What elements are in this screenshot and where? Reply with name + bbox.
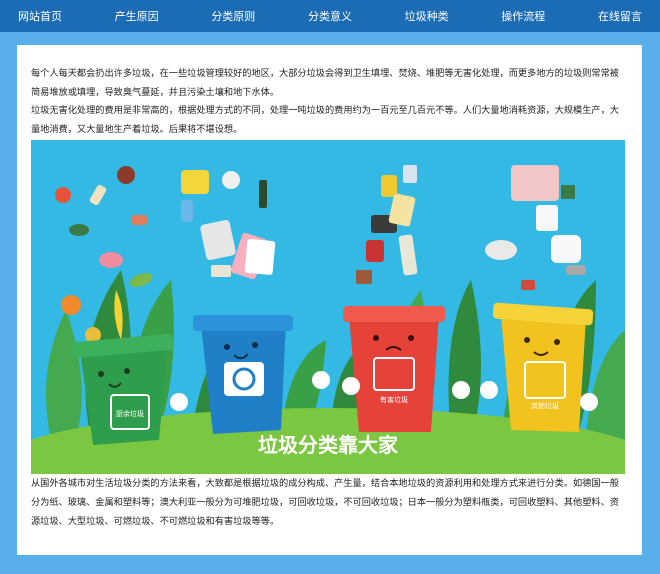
bin-label: 其他垃圾 <box>531 401 559 410</box>
nav-categories[interactable]: 垃圾种类 <box>405 8 449 24</box>
nav-significance[interactable]: 分类意义 <box>308 8 352 24</box>
nav-principles[interactable]: 分类原则 <box>211 8 255 24</box>
bin-label: 可回收物 <box>230 401 258 410</box>
top-nav: 网站首页 产生原因 分类原则 分类意义 垃圾种类 操作流程 在线留言 <box>0 0 660 32</box>
foreign-practice-paragraph: 从国外各城市对生活垃圾分类的方法来看，大致都是根据垃圾的成分构成、产生量，结合本… <box>31 478 619 527</box>
content-panel: 每个人每天都会扔出许多垃圾，在一些垃圾管理较好的地区，大部分垃圾会得到卫生填埋、… <box>17 45 642 555</box>
red-hazardous-bin <box>343 306 445 433</box>
cost-paragraph: 垃圾无害化处理的费用是非常高的，根据处理方式的不同，处理一吨垃圾的费用约为一百元… <box>31 105 619 135</box>
nav-home[interactable]: 网站首页 <box>18 8 62 24</box>
bin-label: 有害垃圾 <box>380 395 408 404</box>
nav-message[interactable]: 在线留言 <box>598 8 642 24</box>
intro-paragraph: 每个人每天都会扔出许多垃圾，在一些垃圾管理较好的地区，大部分垃圾会得到卫生填埋、… <box>31 68 619 98</box>
nav-causes[interactable]: 产生原因 <box>115 8 159 24</box>
bin-label: 厨余垃圾 <box>116 409 144 418</box>
nav-process[interactable]: 操作流程 <box>501 8 545 24</box>
banner-slogan: 垃圾分类靠大家 <box>258 433 399 457</box>
banner-illustration: 垃圾分类靠大家 厨余垃圾 可回收物 有害垃圾其他垃圾 <box>31 140 625 475</box>
garbage-sorting-banner: 垃圾分类靠大家 厨余垃圾 可回收物 有害垃圾其他垃圾 <box>31 140 625 475</box>
